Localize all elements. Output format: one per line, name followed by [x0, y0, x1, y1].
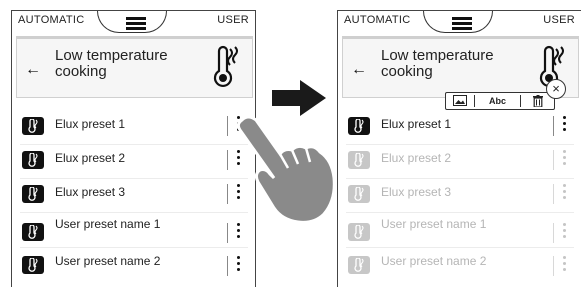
back-arrow-icon[interactable]: ← — [351, 61, 367, 79]
divider — [553, 150, 554, 170]
automatic-tab[interactable]: AUTOMATIC — [344, 14, 410, 26]
thermometer-icon — [348, 151, 370, 169]
menu-icon[interactable] — [126, 17, 146, 30]
more-vertical-icon[interactable] — [563, 116, 567, 136]
list-item-label: Elux preset 3 — [55, 185, 126, 199]
list-item: User preset name 1 — [346, 211, 574, 243]
thermometer-icon — [22, 185, 44, 203]
list-item-label: Elux preset 1 — [381, 117, 452, 131]
thermometer-icon — [22, 151, 44, 169]
list-item[interactable]: Elux preset 3 — [20, 179, 248, 209]
top-bar: AUTOMATIC USER — [338, 11, 581, 35]
thermometer-icon — [348, 185, 370, 203]
right-screen: AUTOMATIC USER ← Low temperature cooking… — [337, 10, 581, 287]
list-item-label: Elux preset 3 — [381, 185, 452, 199]
thermometer-icon — [348, 117, 370, 135]
rename-button[interactable]: Abc — [475, 93, 520, 109]
page-title: Low temperature cooking — [381, 47, 494, 80]
list-item-label: User preset name 1 — [55, 217, 161, 231]
thermometer-icon — [348, 256, 370, 274]
thermometer-icon — [22, 223, 44, 241]
thermometer-icon — [213, 45, 238, 88]
left-screen: AUTOMATIC USER ← Low temperature cooking… — [11, 10, 256, 287]
list-item-label: Elux preset 2 — [55, 151, 126, 165]
more-vertical-icon — [563, 150, 567, 170]
page-title: Low temperature cooking — [55, 47, 168, 80]
divider — [553, 256, 554, 276]
list-item[interactable]: Elux preset 1 — [20, 111, 248, 141]
list-item-label: Elux preset 1 — [55, 117, 126, 131]
list-item: Elux preset 2 — [346, 145, 574, 175]
list-item[interactable]: User preset name 2 — [20, 248, 248, 278]
list-item-label: Elux preset 2 — [381, 151, 452, 165]
list-item[interactable]: Elux preset 1 — [346, 111, 574, 141]
category-header: ← Low temperature cooking — [16, 36, 253, 98]
thermometer-icon — [348, 223, 370, 241]
user-tab[interactable]: USER — [217, 14, 249, 26]
more-vertical-icon — [563, 223, 567, 243]
user-tab[interactable]: USER — [543, 14, 575, 26]
list-item-label: User preset name 1 — [381, 217, 487, 231]
category-header: ← Low temperature cooking — [342, 36, 579, 98]
list-item[interactable]: User preset name 1 — [20, 211, 248, 243]
thermometer-icon — [22, 117, 44, 135]
more-vertical-icon[interactable] — [237, 256, 241, 276]
context-toolbar: Abc — [445, 92, 555, 110]
list-item-label: User preset name 2 — [55, 254, 161, 268]
divider — [553, 116, 554, 136]
thermometer-icon — [22, 256, 44, 274]
list-item[interactable]: Elux preset 2 — [20, 145, 248, 175]
automatic-tab[interactable]: AUTOMATIC — [18, 14, 84, 26]
list-item: User preset name 2 — [346, 248, 574, 278]
image-icon[interactable] — [446, 93, 474, 109]
more-vertical-icon — [563, 256, 567, 276]
divider — [227, 256, 228, 276]
divider — [553, 184, 554, 204]
more-vertical-icon — [563, 184, 567, 204]
list-item: Elux preset 3 — [346, 179, 574, 209]
list-item-label: User preset name 2 — [381, 254, 487, 268]
divider — [553, 223, 554, 243]
top-bar: AUTOMATIC USER — [12, 11, 255, 35]
close-icon[interactable]: × — [546, 79, 566, 99]
menu-icon[interactable] — [452, 17, 472, 30]
hand-gesture-icon — [236, 115, 336, 224]
back-arrow-icon[interactable]: ← — [25, 61, 41, 79]
